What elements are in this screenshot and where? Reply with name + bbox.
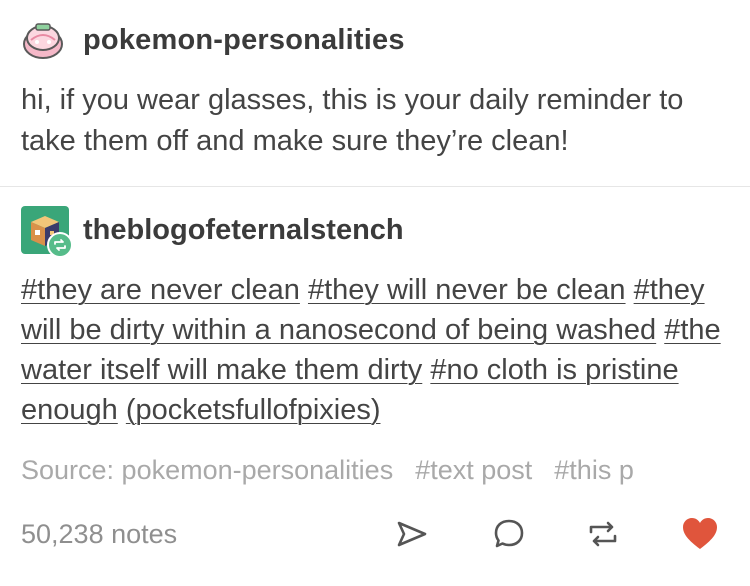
post-actions (0, 512, 750, 556)
original-poster-username[interactable]: pokemon-personalities (83, 24, 405, 57)
post-tag[interactable]: #this p (554, 455, 634, 485)
tag-link[interactable]: #they are never clean (21, 274, 300, 306)
share-icon (397, 521, 427, 547)
via-link[interactable]: (pocketsfullofpixies) (126, 394, 381, 426)
reblog-tags: #they are never clean #they will never b… (21, 270, 746, 430)
source-link[interactable]: Source: pokemon-personalities (21, 455, 393, 485)
reblog-header: theblogofeternalstench (21, 206, 404, 258)
reblog-icon (589, 521, 617, 547)
reblog-button[interactable] (581, 512, 625, 556)
tumblr-post: pokemon-personalities hi, if you wear gl… (0, 0, 750, 586)
reblog-divider (0, 186, 750, 187)
original-post-body: hi, if you wear glasses, this is your da… (21, 84, 684, 157)
reblog-badge (47, 232, 73, 258)
reblog-icon (54, 239, 66, 251)
pink-pokeball-icon[interactable] (21, 18, 65, 62)
reply-icon (494, 519, 524, 548)
share-button[interactable] (390, 512, 434, 556)
heart-icon (683, 518, 717, 549)
reblog-avatar[interactable] (21, 206, 73, 258)
reply-button[interactable] (487, 512, 531, 556)
source-row: Source: pokemon-personalities #text post #… (21, 452, 730, 488)
tag-link[interactable]: #they will never be clean (308, 274, 626, 306)
like-button[interactable] (678, 512, 722, 556)
post-tag[interactable]: #text post (415, 455, 532, 485)
original-post-header: pokemon-personalities (21, 18, 405, 62)
reblogger-username[interactable]: theblogofeternalstench (83, 214, 404, 247)
